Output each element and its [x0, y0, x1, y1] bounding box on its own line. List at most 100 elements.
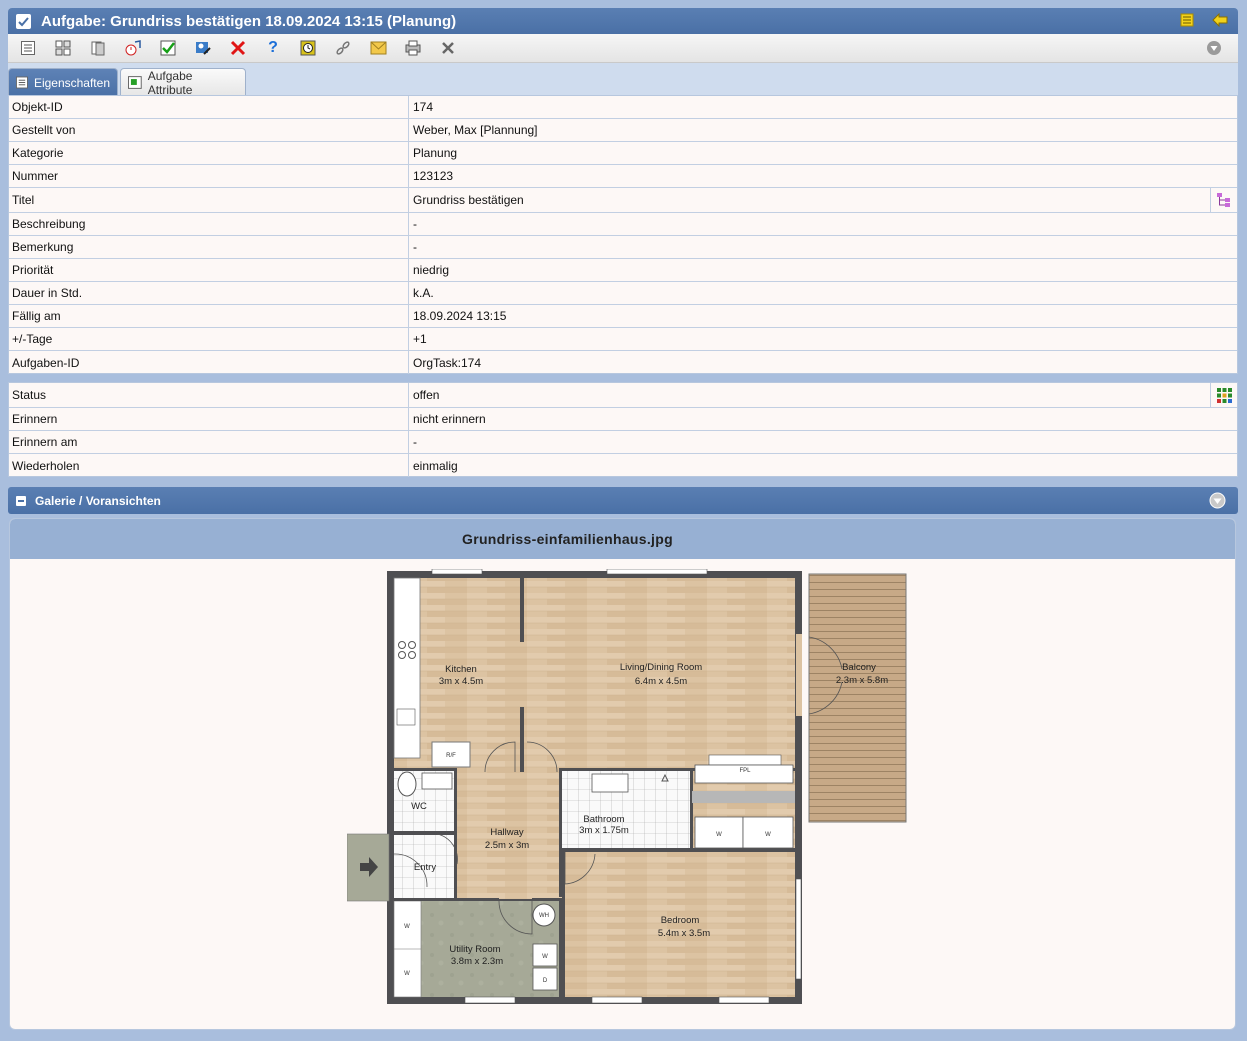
entry-label: Entry	[414, 862, 436, 873]
clock-music-icon[interactable]	[124, 39, 142, 57]
property-value: offen	[413, 388, 440, 402]
status-table: Status offen Erinnern nicht erinnern Erinn…	[8, 382, 1238, 477]
property-label: Priorität	[12, 263, 54, 277]
gallery-panel: Grundriss-einfamilienhaus.jpg Kitchen 3m…	[9, 518, 1236, 1030]
room-size: 6.4m x 4.5m	[635, 676, 687, 687]
room-size: 3.8m x 2.3m	[451, 956, 503, 967]
property-value: -	[413, 217, 417, 231]
room-name: Living/Dining Room	[620, 662, 702, 673]
table-row: Gestellt von Weber, Max [Plannung]	[9, 119, 1237, 142]
property-label: Erinnern	[12, 412, 58, 426]
task-check-icon	[16, 13, 31, 29]
table-row: Nummer 123123	[9, 165, 1237, 188]
attributes-icon	[128, 76, 142, 89]
room-name: Bedroom	[661, 915, 700, 926]
room-size: 2.5m x 3m	[485, 840, 529, 851]
property-value: niedrig	[413, 263, 450, 277]
copy-icon[interactable]	[89, 39, 107, 57]
collapse-down-icon[interactable]	[1205, 39, 1223, 57]
rf-label: R/F	[446, 753, 456, 759]
help-icon[interactable]: ?	[264, 39, 282, 57]
table-row: Kategorie Planung	[9, 142, 1237, 165]
fpl-label: FPL	[739, 768, 751, 774]
room-size: 5.4m x 3.5m	[658, 928, 710, 939]
gallery-collapse-icon[interactable]	[1209, 492, 1226, 512]
toolbar: ?	[8, 34, 1238, 63]
property-label: Fällig am	[12, 309, 61, 323]
property-label: Status	[12, 388, 47, 402]
property-value: -	[413, 240, 417, 254]
table-row: Beschreibung -	[9, 213, 1237, 236]
tab-aufgabe-attribute-label: Aufgabe Attribute	[147, 68, 193, 97]
property-value: nicht erinnern	[413, 412, 486, 426]
property-value: -	[413, 435, 417, 449]
w-label: W	[716, 832, 722, 838]
w-label: W	[404, 924, 410, 930]
floorplan-image[interactable]: Kitchen 3m x 4.5m Living/Dining Room 6.4…	[347, 569, 907, 1019]
table-row: Erinnern am -	[9, 431, 1237, 454]
property-value: 174	[413, 100, 434, 114]
back-arrow-icon[interactable]	[1212, 12, 1228, 31]
table-row: Erinnern nicht erinnern	[9, 408, 1237, 431]
hierarchy-icon[interactable]	[1210, 188, 1237, 212]
tab-eigenschaften[interactable]: Eigenschaften	[8, 68, 118, 96]
property-value: Weber, Max [Plannung]	[413, 123, 538, 137]
room-name: Bathroom	[583, 814, 624, 825]
table-row: Wiederholen einmalig	[9, 454, 1237, 477]
d-label: D	[543, 978, 548, 984]
window-title: Aufgabe: Grundriss bestätigen 18.09.2024…	[41, 12, 457, 30]
timer-icon[interactable]	[299, 39, 317, 57]
room-name: Utility Room	[449, 944, 500, 955]
wh-label: WH	[539, 913, 549, 919]
notes-icon[interactable]	[1180, 13, 1194, 31]
list-icon[interactable]	[19, 39, 37, 57]
properties-table: Objekt-ID 174 Gestellt von Weber, Max [Pla…	[8, 95, 1238, 374]
table-row: Priorität niedrig	[9, 259, 1237, 282]
room-size: 3m x 1.75m	[579, 825, 629, 836]
mail-icon[interactable]	[369, 39, 387, 57]
property-value: Grundriss bestätigen	[413, 193, 524, 207]
check-icon[interactable]	[159, 39, 177, 57]
grid-icon[interactable]	[54, 39, 72, 57]
delete-icon[interactable]	[229, 39, 247, 57]
property-value: 18.09.2024 13:15	[413, 309, 507, 323]
property-value: k.A.	[413, 286, 434, 300]
table-row: Status offen	[9, 383, 1237, 408]
property-label: Titel	[12, 193, 35, 207]
print-icon[interactable]	[404, 39, 422, 57]
table-row: Aufgaben-ID OrgTask:174	[9, 351, 1237, 374]
w-label: W	[765, 832, 771, 838]
room-size: 2.3m x 5.8m	[836, 675, 888, 686]
property-value: OrgTask:174	[413, 355, 482, 370]
properties-list-icon	[16, 76, 28, 89]
status-grid-icon[interactable]	[1210, 383, 1237, 407]
property-label: Nummer	[12, 169, 59, 183]
property-label: Wiederholen	[12, 458, 80, 473]
property-label: +/-Tage	[12, 332, 53, 346]
link-icon[interactable]	[334, 39, 352, 57]
w-label: W	[404, 971, 410, 977]
window-titlebar: Aufgabe: Grundriss bestätigen 18.09.2024…	[8, 8, 1238, 34]
user-edit-icon[interactable]	[194, 39, 212, 57]
property-label: Beschreibung	[12, 217, 86, 231]
tab-aufgabe-attribute[interactable]: Aufgabe Attribute	[120, 68, 246, 97]
close-icon[interactable]	[439, 39, 457, 57]
room-name: Hallway	[490, 827, 524, 838]
image-caption: Grundriss-einfamilienhaus.jpg	[10, 519, 1235, 559]
room-size: 3m x 4.5m	[439, 676, 483, 687]
w-label: W	[542, 954, 548, 960]
gallery-header[interactable]: Galerie / Voransichten	[8, 487, 1238, 514]
tab-eigenschaften-label: Eigenschaften	[33, 75, 110, 90]
table-row: Dauer in Std. k.A.	[9, 282, 1237, 305]
property-label: Gestellt von	[12, 123, 76, 137]
collapse-minus-icon[interactable]	[16, 495, 26, 506]
room-name: Balcony	[842, 662, 876, 673]
property-label: Objekt-ID	[12, 100, 63, 114]
room-name: Kitchen	[445, 664, 477, 675]
property-label: Dauer in Std.	[12, 286, 83, 300]
wc-label: WC	[411, 801, 427, 812]
tab-strip: Eigenschaften Aufgabe Attribute	[8, 63, 1238, 97]
property-label: Bemerkung	[12, 240, 74, 254]
property-label: Kategorie	[12, 146, 64, 160]
property-value: Planung	[413, 146, 458, 160]
